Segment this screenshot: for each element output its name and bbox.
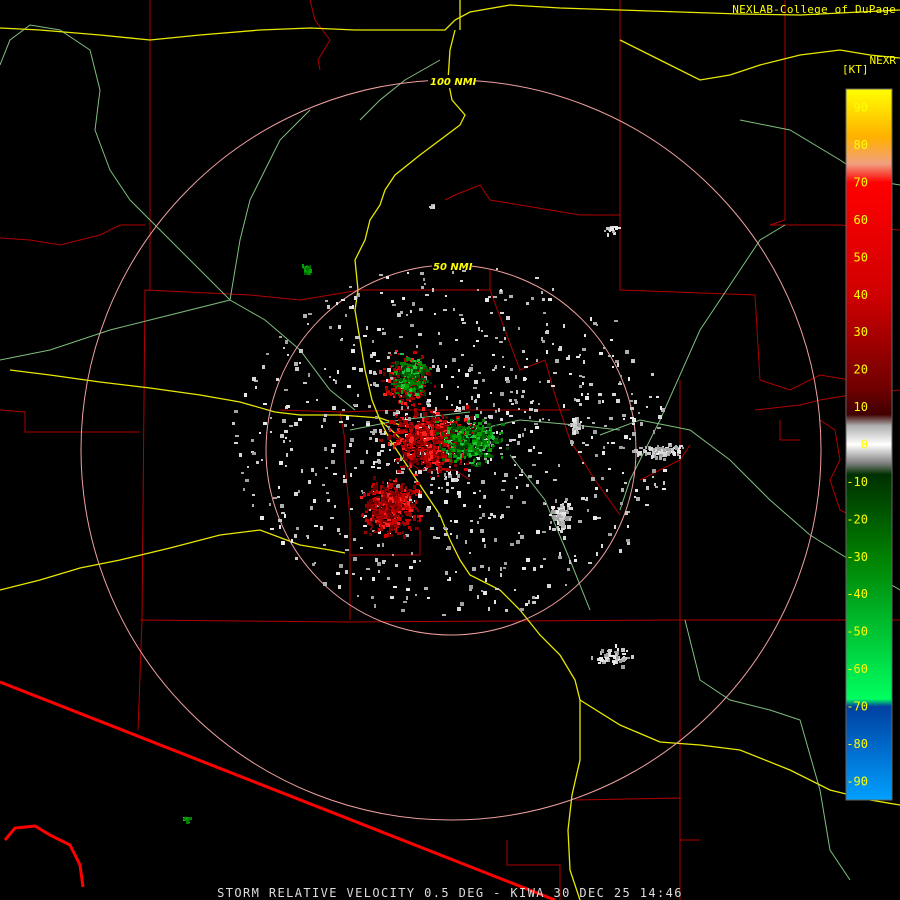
product-caption: STORM RELATIVE VELOCITY 0.5 DEG - KIWA 3… xyxy=(217,886,683,900)
color-scale-tick-label: -90 xyxy=(846,774,868,788)
color-scale-tick-label: 70 xyxy=(854,176,868,190)
credit-label: NEXLAB-College of DuPage xyxy=(732,3,896,16)
color-scale-tick-label: -50 xyxy=(846,625,868,639)
color-scale-tick-label: 20 xyxy=(854,363,868,377)
range-ring-label-100: 100 NMI xyxy=(430,77,477,88)
color-scale-bar xyxy=(845,88,893,801)
color-scale-tick-label: 80 xyxy=(854,138,868,152)
color-scale-tick-label: -40 xyxy=(846,587,868,601)
color-scale-tick-label: 90 xyxy=(854,101,868,115)
color-scale-tick-label: 60 xyxy=(854,213,868,227)
color-scale-tick-label: 10 xyxy=(854,400,868,414)
color-scale-tick-label: -70 xyxy=(846,699,868,713)
color-scale-tick-label: 40 xyxy=(854,288,868,302)
color-scale-tick-label: -30 xyxy=(846,550,868,564)
color-scale-tick-label: 30 xyxy=(854,325,868,339)
color-scale-tick-label: -10 xyxy=(846,475,868,489)
unit-label: [KT] xyxy=(842,63,869,76)
product-label: NEXR xyxy=(869,54,897,67)
color-scale-tick-label: 0 xyxy=(861,438,868,452)
color-scale-tick-label: -80 xyxy=(846,737,868,751)
velocity-color-scale: 90 80 70 60 50 40 30 20 10 0 -10 -20 -30 -40 -50 -60 -70… xyxy=(845,88,893,801)
color-scale-tick-label: -20 xyxy=(846,512,868,526)
color-scale-tick-label: -60 xyxy=(846,662,868,676)
radar-map: 100 NMI 50 NMI 9080706050403020100-10-20… xyxy=(0,0,900,900)
color-scale-tick-label: 50 xyxy=(854,250,868,264)
